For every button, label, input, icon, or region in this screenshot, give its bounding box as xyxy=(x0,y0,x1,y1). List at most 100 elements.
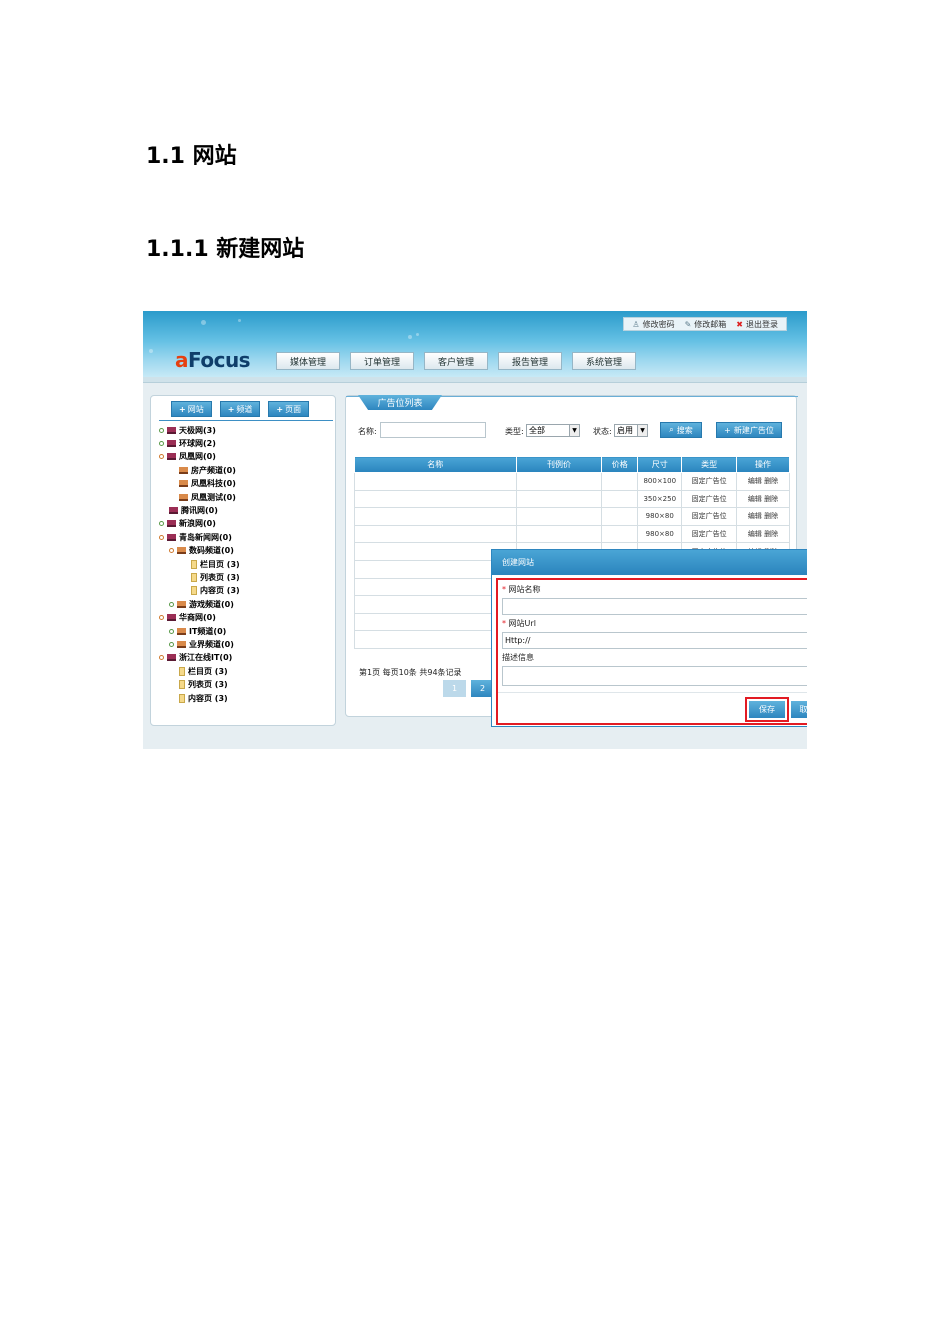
expand-toggle-icon[interactable] xyxy=(159,521,164,527)
type-filter-label: 类型: xyxy=(505,427,524,436)
delete-link[interactable]: 删除 xyxy=(764,477,778,485)
tree-item[interactable]: 青岛新闻网(0) xyxy=(159,531,232,543)
site-icon xyxy=(167,453,176,461)
nav-tab-reports[interactable]: 报告管理 xyxy=(498,352,562,370)
tree-item[interactable]: 栏目页 (3) xyxy=(179,665,228,677)
dialog-title: 创建网站 xyxy=(502,558,534,567)
site-url-input[interactable]: Http:// xyxy=(502,632,807,649)
page-icon xyxy=(191,586,197,596)
media-tree-panel: + 网站 + 频道 + 页面 天极网(3) 环球网(2) 凤凰网(0) 房产频道(0) 凤凰科… xyxy=(150,395,336,726)
nav-tab-customers[interactable]: 客户管理 xyxy=(424,352,488,370)
add-channel-button[interactable]: + 频道 xyxy=(219,401,261,417)
table-row: 800×100 固定广告位 编辑 删除 xyxy=(354,472,790,491)
nav-tab-orders[interactable]: 订单管理 xyxy=(350,352,414,370)
edit-link[interactable]: 编辑 xyxy=(748,495,762,503)
chevron-down-icon: ▼ xyxy=(569,425,579,436)
tree-item-label: 游戏频道(0) xyxy=(189,599,234,609)
tree-item[interactable]: 新浪网(0) xyxy=(159,518,216,530)
tree-item[interactable]: 房产频道(0) xyxy=(179,464,236,476)
expand-toggle-icon[interactable] xyxy=(159,615,164,621)
tree-item-label: 房产频道(0) xyxy=(191,465,236,475)
name-cell xyxy=(354,524,517,544)
tab-ad-slot-list[interactable]: 广告位列表 xyxy=(358,395,442,410)
save-button[interactable]: 保存 xyxy=(745,697,789,722)
name-cell xyxy=(354,489,517,509)
tree-item[interactable]: 腾讯网(0) xyxy=(169,504,218,516)
tree-item[interactable]: 列表页 (3) xyxy=(191,571,240,583)
page-icon xyxy=(179,666,185,676)
tree-item[interactable]: 列表页 (3) xyxy=(179,679,228,691)
status-filter-label: 状态: xyxy=(593,427,612,436)
change-password-link[interactable]: ♙ 修改密码 xyxy=(632,319,674,330)
expand-toggle-icon[interactable] xyxy=(159,655,164,661)
expand-toggle-icon[interactable] xyxy=(159,427,164,433)
section-heading-1-1: 1.1 网站 xyxy=(146,144,237,169)
expand-toggle-icon[interactable] xyxy=(169,641,174,647)
logout-link[interactable]: ✖ 退出登录 xyxy=(736,319,778,330)
nav-tab-system[interactable]: 系统管理 xyxy=(572,352,636,370)
site-icon xyxy=(167,614,176,622)
expand-toggle-icon[interactable] xyxy=(169,548,174,554)
col-header-price[interactable]: 价格 xyxy=(601,456,639,473)
expand-toggle-icon[interactable] xyxy=(159,440,164,446)
col-header-name[interactable]: 名称 xyxy=(354,456,517,473)
site-icon xyxy=(167,439,176,447)
tree-item[interactable]: 天极网(3) xyxy=(159,424,216,436)
col-header-actions[interactable]: 操作 xyxy=(736,456,790,473)
edit-link[interactable]: 编辑 xyxy=(748,477,762,485)
tree-item[interactable]: 内容页 (3) xyxy=(191,585,240,597)
price-cell xyxy=(601,524,639,544)
tree-item-label: 凤凰科技(0) xyxy=(191,479,236,489)
new-ad-slot-button[interactable]: + 新建广告位 xyxy=(716,422,782,438)
delete-link[interactable]: 删除 xyxy=(764,530,778,538)
actions-cell: 编辑 删除 xyxy=(736,507,790,526)
nav-tab-media[interactable]: 媒体管理 xyxy=(276,352,340,370)
description-textarea[interactable]: ▲▼ xyxy=(502,666,807,686)
expand-toggle-icon[interactable] xyxy=(169,601,174,607)
page-info: 第1页 每页10条 共94条记录 xyxy=(359,668,462,677)
tree-item[interactable]: 凤凰测试(0) xyxy=(179,491,236,503)
delete-link[interactable]: 删除 xyxy=(764,495,778,503)
plus-icon: + xyxy=(724,425,731,435)
cancel-button[interactable]: 取消 xyxy=(791,701,807,718)
tree-item-label: 内容页 (3) xyxy=(188,693,228,703)
tree-item-label: 栏目页 (3) xyxy=(188,666,228,676)
col-header-type[interactable]: 类型 xyxy=(681,456,738,473)
tree-item[interactable]: 游戏频道(0) xyxy=(169,598,234,610)
plus-icon: + xyxy=(179,404,186,414)
expand-toggle-icon[interactable] xyxy=(159,534,164,540)
col-header-list-price[interactable]: 刊例价 xyxy=(515,456,603,473)
search-button[interactable]: ⌕ 搜索 xyxy=(660,422,702,438)
tree-item[interactable]: 浙江在线IT(0) xyxy=(159,652,232,664)
tree-item[interactable]: 环球网(2) xyxy=(159,437,216,449)
add-site-button[interactable]: + 网站 xyxy=(171,401,212,417)
expand-toggle-icon[interactable] xyxy=(169,628,174,634)
edit-link[interactable]: 编辑 xyxy=(748,512,762,520)
size-cell: 980×80 xyxy=(637,524,683,544)
page-icon xyxy=(191,559,197,569)
create-site-dialog: 创建网站 × * 网站名称 * 网站Url Http:// 描述信息 ▲▼ 保存… xyxy=(491,549,807,727)
add-page-button[interactable]: + 页面 xyxy=(268,401,310,417)
delete-link[interactable]: 删除 xyxy=(764,512,778,520)
col-header-size[interactable]: 尺寸 xyxy=(637,456,683,473)
tree-item-label: 环球网(2) xyxy=(179,438,216,448)
tree-item[interactable]: 凤凰网(0) xyxy=(159,451,216,463)
status-select[interactable]: 启用 ▼ xyxy=(614,424,648,437)
tree-item[interactable]: 凤凰科技(0) xyxy=(179,478,236,490)
name-filter-input[interactable] xyxy=(380,422,486,438)
tree-item[interactable]: 华商网(0) xyxy=(159,612,216,624)
page-button[interactable]: 1 xyxy=(443,680,466,697)
expand-toggle-icon[interactable] xyxy=(159,454,164,460)
edit-link[interactable]: 编辑 xyxy=(748,530,762,538)
change-email-link[interactable]: ✎ 修改邮箱 xyxy=(685,319,727,330)
list-price-cell xyxy=(515,524,603,544)
tree-item[interactable]: IT频道(0) xyxy=(169,625,226,637)
site-name-input[interactable] xyxy=(502,598,807,615)
type-select[interactable]: 全部 ▼ xyxy=(526,424,580,437)
app-screenshot: ♙ 修改密码 ✎ 修改邮箱 ✖ 退出登录 aFocus 媒体管理 订单管理 客户管理 … xyxy=(143,311,807,749)
pencil-icon: ✎ xyxy=(684,319,692,329)
tree-item[interactable]: 业界频道(0) xyxy=(169,638,234,650)
tree-item[interactable]: 数码频道(0) xyxy=(169,545,234,557)
tree-item[interactable]: 栏目页 (3) xyxy=(191,558,240,570)
tree-item[interactable]: 内容页 (3) xyxy=(179,692,228,704)
